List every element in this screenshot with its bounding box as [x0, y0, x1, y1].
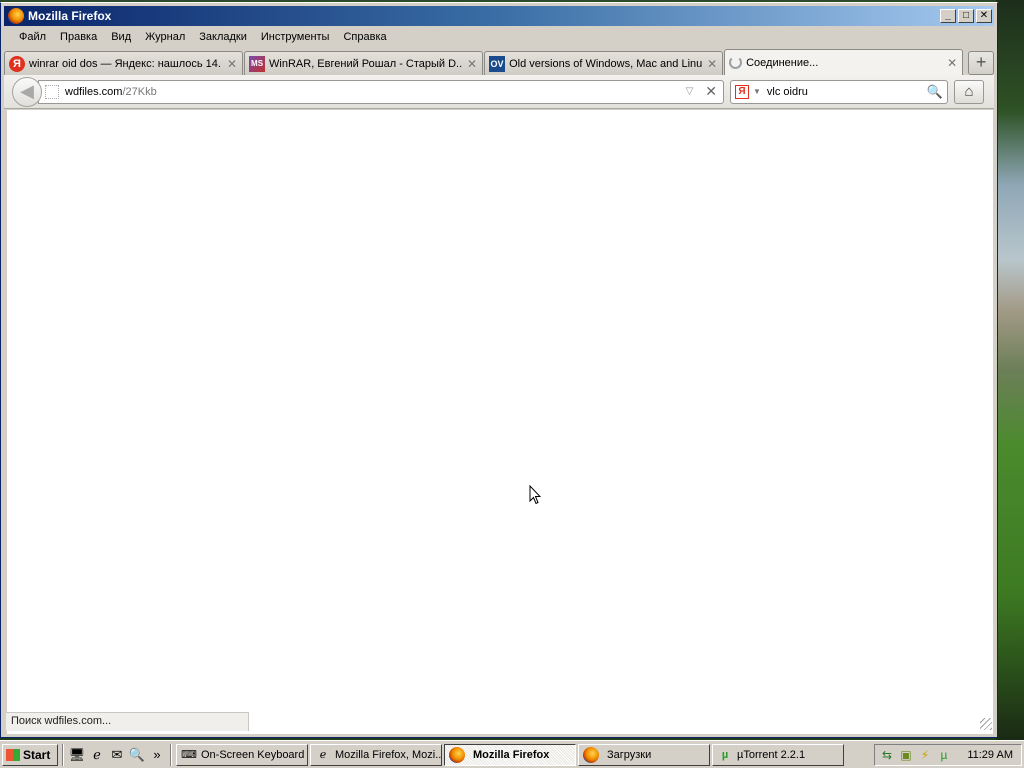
tab-winrar[interactable]: MS WinRAR, Евгений Рошал - Старый D... ✕ [244, 51, 484, 75]
tab-close-icon[interactable]: ✕ [946, 57, 958, 69]
page-content[interactable] [7, 110, 993, 734]
tab-label: winrar oid dos — Яндекс: нашлось 14... [29, 57, 223, 70]
menu-edit[interactable]: Правка [53, 29, 104, 45]
yandex-icon: Я [9, 55, 25, 72]
quick-launch-more-icon[interactable]: » [148, 746, 166, 764]
minimize-button[interactable]: _ [940, 9, 956, 23]
show-desktop-icon[interactable]: 🖥 [68, 746, 86, 764]
system-tray: ⇆ ▣ ⚡ µ 11:29 AM [874, 743, 1022, 766]
home-button[interactable]: ⌂ [954, 79, 984, 104]
loading-icon [729, 56, 743, 69]
status-panel: Поиск wdfiles.com... [6, 712, 249, 731]
taskbar-separator [170, 743, 172, 766]
back-arrow-icon: ◀ [20, 81, 34, 101]
back-button[interactable]: ◀ [12, 76, 42, 107]
site-identity-icon[interactable] [45, 84, 59, 99]
search-engine-dropdown-icon[interactable]: ▼ [753, 87, 761, 96]
search-magnifier-icon[interactable]: 🔍 [927, 84, 943, 100]
url-host: wdfiles.com [65, 85, 123, 98]
url-bar[interactable]: wdfiles.com/27Kkb ▽ ✕ [38, 79, 724, 104]
tab-yandex-search[interactable]: Я winrar oid dos — Яндекс: нашлось 14...… [4, 51, 244, 75]
task-label: Mozilla Firefox [473, 748, 550, 761]
home-icon: ⌂ [964, 83, 974, 100]
title-bar[interactable]: Mozilla Firefox _ □ ✕ [4, 6, 994, 26]
tab-label: WinRAR, Евгений Рошал - Старый D... [269, 57, 463, 70]
search-icon[interactable]: 🔍 [128, 746, 146, 764]
tab-close-icon[interactable]: ✕ [706, 58, 718, 70]
start-button[interactable]: Start [2, 743, 58, 766]
close-button[interactable]: ✕ [976, 9, 992, 23]
resize-grip[interactable] [980, 718, 992, 730]
menu-view[interactable]: Вид [104, 29, 138, 45]
menu-file[interactable]: Файл [12, 29, 53, 45]
maximize-button[interactable]: □ [958, 9, 974, 23]
menu-bar: Файл Правка Вид Журнал Закладки Инструме… [4, 27, 994, 47]
mouse-cursor-icon [529, 485, 541, 505]
ms-dos-icon: MS [249, 55, 266, 72]
task-utorrent[interactable]: µ µTorrent 2.2.1 [712, 743, 844, 766]
utorrent-tray-icon[interactable]: µ [936, 747, 952, 763]
url-input[interactable]: wdfiles.com/27Kkb [65, 86, 680, 98]
tab-strip: Я winrar oid dos — Яндекс: нашлось 14...… [4, 49, 995, 75]
taskbar-separator [62, 743, 64, 766]
search-input[interactable]: vlc oidru [765, 86, 923, 98]
tab-oldversion[interactable]: OV Old versions of Windows, Mac and Linu… [484, 51, 724, 75]
menu-tools[interactable]: Инструменты [254, 29, 337, 45]
new-tab-button[interactable]: + [968, 51, 995, 75]
menu-bookmarks[interactable]: Закладки [192, 29, 254, 45]
tab-close-icon[interactable]: ✕ [226, 58, 238, 70]
window-title: Mozilla Firefox [28, 9, 112, 23]
yandex-search-engine-icon[interactable]: Я [735, 84, 749, 99]
outlook-icon[interactable]: ✉ [108, 746, 126, 764]
tray-app-icon[interactable]: ▣ [898, 747, 914, 763]
firefox-icon [449, 746, 465, 763]
desktop-wallpaper [996, 0, 1024, 740]
tab-close-icon[interactable]: ✕ [466, 58, 478, 70]
task-label: Загрузки [607, 748, 652, 761]
clock[interactable]: 11:29 AM [967, 749, 1017, 761]
task-label: On-Screen Keyboard [201, 748, 305, 761]
task-downloads[interactable]: Загрузки [578, 743, 710, 766]
menu-help[interactable]: Справка [336, 29, 393, 45]
tab-label: Old versions of Windows, Mac and Linu... [509, 57, 703, 70]
task-onscreen-keyboard[interactable]: ⌨ On-Screen Keyboard [176, 743, 308, 766]
network-icon[interactable]: ⇆ [879, 747, 895, 763]
navigation-toolbar: ◀ wdfiles.com/27Kkb ▽ ✕ Я ▼ vlc oidru 🔍 … [4, 75, 994, 109]
task-label: µTorrent 2.2.1 [737, 748, 806, 761]
firefox-icon [8, 8, 24, 24]
ie-icon: ℯ [319, 749, 327, 761]
search-bar[interactable]: Я ▼ vlc oidru 🔍 [730, 79, 948, 104]
task-firefox-group[interactable]: ℯ Mozilla Firefox, Mozi... [310, 743, 442, 766]
windows-logo-icon [6, 748, 20, 761]
url-history-dropdown-icon[interactable]: ▽ [686, 86, 694, 97]
taskbar: Start 🖥 ℯ ✉ 🔍 » ⌨ On-Screen Keyboard ℯ M… [0, 740, 1024, 768]
ie-icon[interactable]: ℯ [88, 746, 106, 764]
utorrent-icon: µ [721, 748, 729, 761]
tab-label: Соединение... [746, 56, 819, 69]
power-icon[interactable]: ⚡ [917, 747, 933, 763]
firefox-window: Mozilla Firefox _ □ ✕ Файл Правка Вид Жу… [0, 2, 998, 738]
url-path: /27Kkb [122, 85, 157, 98]
stop-icon[interactable]: ✕ [705, 83, 717, 100]
start-label: Start [23, 747, 51, 762]
task-firefox-active[interactable]: Mozilla Firefox [444, 743, 576, 766]
task-label: Mozilla Firefox, Mozi... [335, 748, 442, 761]
tab-connecting[interactable]: Соединение... ✕ [724, 49, 964, 75]
oldversion-icon: OV [489, 55, 506, 72]
keyboard-icon: ⌨ [181, 749, 197, 761]
firefox-icon [583, 746, 599, 763]
menu-history[interactable]: Журнал [138, 29, 192, 45]
